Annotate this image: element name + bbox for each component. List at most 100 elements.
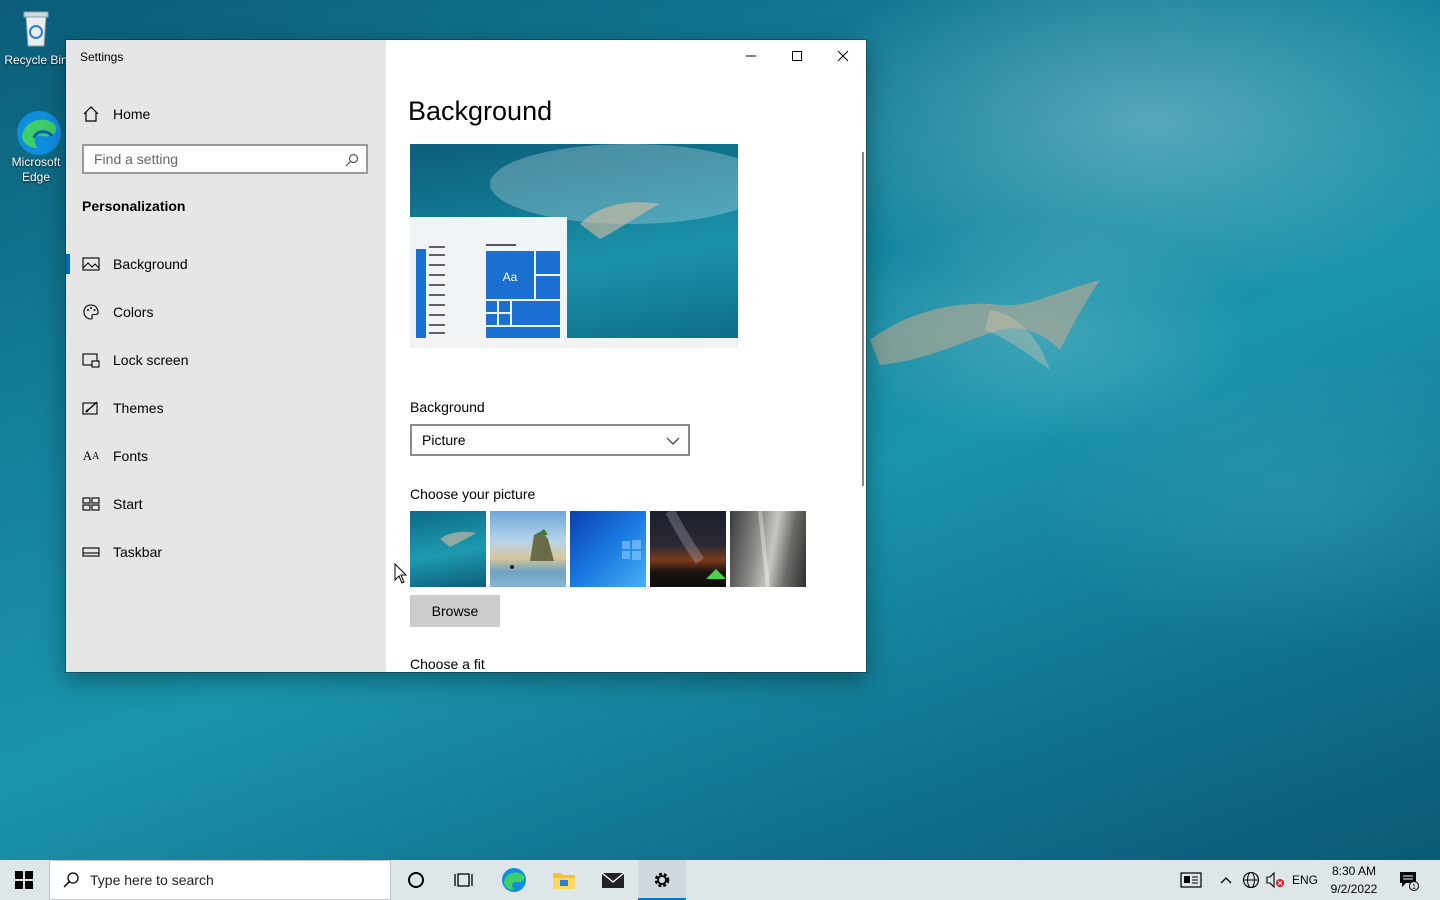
taskbar-clock[interactable]: 8:30 AM 9/2/2022: [1326, 862, 1382, 898]
minimize-icon: [746, 55, 756, 57]
task-view-icon: [454, 873, 473, 887]
picture-thumbnails: [410, 511, 810, 587]
chevron-up-icon: [1220, 877, 1232, 884]
sidebar-item-background[interactable]: Background: [66, 240, 386, 288]
wallpaper-swimmer: [870, 280, 1100, 370]
background-label: Background: [410, 399, 485, 415]
windows-logo-icon: [15, 871, 33, 889]
themes-icon: [82, 399, 100, 417]
desktop-icon-label: Microsoft Edge: [11, 155, 61, 184]
show-hidden-icons-button[interactable]: [1216, 860, 1236, 900]
picture-icon: [82, 255, 100, 273]
volume-button[interactable]: [1264, 860, 1286, 900]
maximize-button[interactable]: [774, 40, 820, 72]
preview-tiles: Aa: [416, 244, 560, 338]
notification-icon: 1: [1400, 872, 1419, 891]
lock-screen-icon: [82, 351, 100, 369]
file-explorer-button[interactable]: [540, 860, 588, 900]
choose-fit-label: Choose a fit: [410, 656, 485, 672]
volume-muted-icon: [1266, 871, 1284, 889]
maximize-icon: [792, 51, 802, 61]
mail-icon: [601, 872, 625, 888]
mail-button[interactable]: [589, 860, 637, 900]
sidebar-item-label: Taskbar: [113, 544, 163, 560]
action-center-button[interactable]: 1: [1394, 860, 1424, 900]
picture-thumbnail-night-sky[interactable]: [650, 511, 726, 587]
choose-picture-label: Choose your picture: [410, 486, 536, 502]
picture-thumbnail-underwater[interactable]: [410, 511, 486, 587]
folder-icon: [553, 873, 575, 889]
cortana-icon: [408, 872, 424, 888]
fonts-icon: AA: [82, 448, 100, 463]
globe-icon: [1242, 871, 1260, 889]
background-preview: Aa: [410, 144, 738, 338]
picture-thumbnail-cliff[interactable]: [730, 511, 806, 587]
start-button[interactable]: [0, 860, 48, 900]
recycle-bin-icon: [14, 6, 58, 50]
close-icon: [837, 50, 849, 62]
taskbar-search-placeholder: Type here to search: [90, 872, 214, 888]
home-icon: [82, 105, 100, 123]
preview-start-menu: Aa: [410, 217, 567, 338]
sidebar-item-colors[interactable]: Colors: [66, 288, 386, 336]
section-title: Personalization: [82, 198, 186, 214]
sidebar-item-fonts[interactable]: AA Fonts: [66, 432, 386, 480]
sidebar-item-label: Colors: [113, 304, 154, 320]
background-type-dropdown[interactable]: Picture: [410, 424, 690, 456]
desktop-icon-edge[interactable]: Microsoft Edge: [0, 108, 72, 185]
palette-icon: [82, 303, 100, 321]
start-icon: [82, 495, 100, 513]
news-icon: [1180, 872, 1202, 888]
sidebar-item-home[interactable]: Home: [82, 102, 150, 126]
sidebar-item-label: Fonts: [113, 448, 149, 464]
settings-window: Settings Home Personalization Background: [66, 40, 866, 672]
sidebar-item-themes[interactable]: Themes: [66, 384, 386, 432]
settings-content: Background Aa Background Picture Choose …: [386, 40, 866, 672]
sidebar-item-label: Home: [113, 106, 151, 122]
personalization-nav: Background Colors Lock screen Themes A A…: [66, 240, 386, 576]
sidebar-item-label: Themes: [113, 400, 164, 416]
picture-thumbnail-beach[interactable]: [490, 511, 566, 587]
clock-date: 9/2/2022: [1330, 882, 1378, 896]
settings-sidebar: Settings Home Personalization Background: [66, 40, 386, 672]
clock-time: 8:30 AM: [1331, 864, 1377, 878]
input-language-button[interactable]: ENG: [1290, 860, 1320, 900]
find-setting-search[interactable]: [82, 144, 368, 174]
mouse-cursor-icon: [394, 563, 408, 584]
taskbar-icon: [82, 543, 100, 561]
content-scrollbar[interactable]: [862, 152, 864, 486]
sidebar-item-label: Start: [113, 496, 143, 512]
sidebar-item-start[interactable]: Start: [66, 480, 386, 528]
find-setting-input[interactable]: [84, 146, 344, 172]
task-view-button[interactable]: [440, 860, 488, 900]
window-title: Settings: [80, 50, 124, 64]
search-icon: [62, 871, 80, 889]
desktop-icon-recycle-bin[interactable]: Recycle Bin: [0, 6, 72, 68]
taskbar-settings-button[interactable]: [638, 860, 686, 900]
sidebar-item-lock-screen[interactable]: Lock screen: [66, 336, 386, 384]
cortana-button[interactable]: [392, 860, 440, 900]
taskbar-edge-button[interactable]: [490, 860, 538, 900]
preview-taskbar: [410, 338, 738, 348]
chevron-down-icon: [666, 434, 680, 448]
background-type-value: Picture: [422, 432, 466, 448]
network-button[interactable]: [1240, 860, 1262, 900]
taskbar-search-box[interactable]: Type here to search: [49, 860, 391, 900]
edge-icon: [502, 868, 526, 892]
news-button[interactable]: [1176, 860, 1206, 900]
gear-icon: [654, 872, 670, 888]
sidebar-item-label: Lock screen: [113, 352, 189, 368]
minimize-button[interactable]: [728, 40, 774, 72]
sidebar-item-taskbar[interactable]: Taskbar: [66, 528, 386, 576]
window-controls: [728, 40, 866, 72]
page-title: Background: [408, 96, 553, 126]
close-button[interactable]: [820, 40, 866, 72]
notification-count: 1: [1412, 884, 1416, 891]
browse-button[interactable]: Browse: [410, 595, 500, 627]
edge-icon: [14, 108, 61, 155]
taskbar: Type here to search ENG 8:30 AM 9/2/2022…: [0, 860, 1440, 900]
search-icon: [345, 152, 359, 167]
desktop-icon-label: Recycle Bin: [4, 53, 68, 67]
sidebar-item-label: Background: [113, 256, 188, 272]
picture-thumbnail-windows[interactable]: [570, 511, 646, 587]
